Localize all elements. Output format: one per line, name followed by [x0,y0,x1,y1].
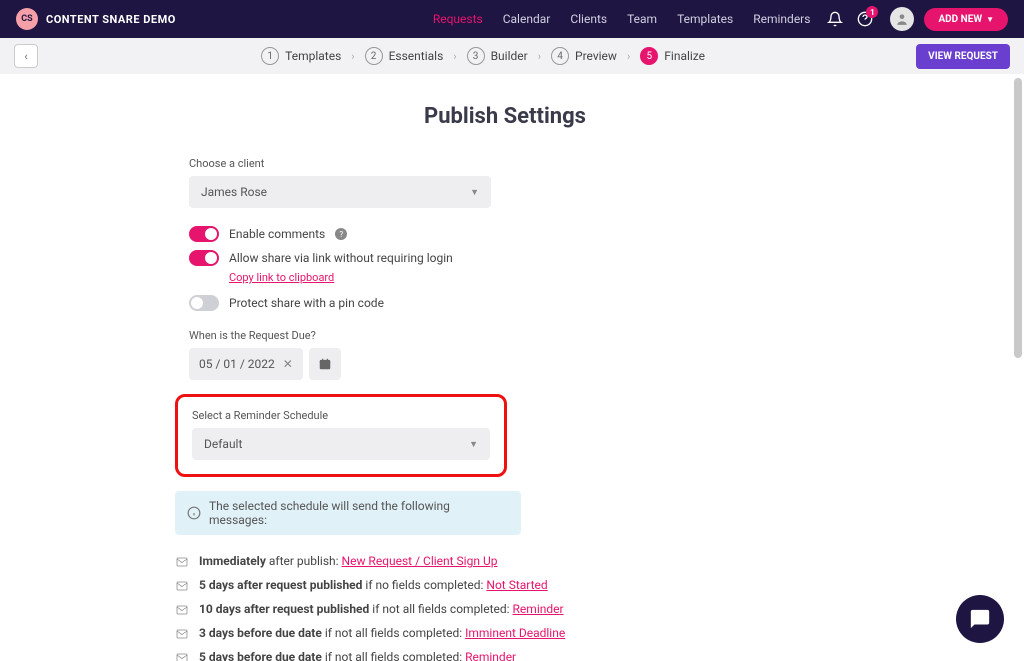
view-request-button[interactable]: VIEW REQUEST [916,44,1010,69]
envelope-icon [175,628,189,640]
step-finalize[interactable]: 5 Finalize [640,47,705,65]
message-template-link[interactable]: New Request / Client Sign Up [342,554,498,568]
step-number: 4 [551,47,569,65]
stepper-bar: ‹ 1 Templates › 2 Essentials › 3 Builder › 4 Previ… [0,38,1024,74]
reminder-schedule-select[interactable]: Default ▼ [192,428,490,460]
step-preview[interactable]: 4 Preview [551,47,617,65]
step-number: 2 [365,47,383,65]
reminder-message-row: 10 days after request published if not a… [175,597,835,621]
nav-link-clients[interactable]: Clients [560,12,617,26]
message-timing: 5 days before due date [199,650,322,661]
reminder-message-row: 5 days after request published if no fie… [175,573,835,597]
envelope-icon [175,580,189,592]
step-builder[interactable]: 3 Builder [467,47,528,65]
message-condition: if no fields completed: [362,578,486,592]
help-tooltip-icon[interactable]: ? [335,228,347,240]
pin-protect-label: Protect share with a pin code [229,296,384,310]
step-label: Preview [575,49,617,63]
reminder-schedule-highlight: Select a Reminder Schedule Default ▼ [175,394,507,477]
notifications-icon[interactable] [826,10,844,28]
enable-comments-toggle[interactable] [189,226,219,242]
allow-share-toggle[interactable] [189,250,219,266]
chat-launcher[interactable] [956,595,1004,643]
reminder-message-list: Immediately after publish: New Request /… [175,549,835,661]
client-select-value: James Rose [201,185,267,199]
user-avatar[interactable] [890,7,914,31]
reminder-schedule-value: Default [204,437,242,451]
due-date-value: 05 / 01 / 2022 [199,357,275,371]
content-area: Publish Settings Choose a client James R… [0,74,1010,661]
step-label: Templates [285,49,341,63]
message-condition: after publish: [266,554,342,568]
step-templates[interactable]: 1 Templates [261,47,341,65]
nav-link-calendar[interactable]: Calendar [493,12,561,26]
schedule-info-banner: The selected schedule will send the foll… [175,491,521,535]
back-button[interactable]: ‹ [14,44,38,68]
chevron-down-icon: ▼ [470,187,479,198]
step-label: Essentials [389,49,444,63]
envelope-icon [175,556,189,568]
chevron-down-icon: ▼ [986,15,994,24]
message-timing: 3 days before due date [199,626,322,640]
copy-link-button[interactable]: Copy link to clipboard [229,271,334,284]
pin-protect-toggle[interactable] [189,295,219,311]
message-condition: if not all fields completed: [322,626,465,640]
message-condition: if not all fields completed: [322,650,465,661]
page-title: Publish Settings [175,104,835,129]
enable-comments-label: Enable comments [229,227,325,241]
message-template-link[interactable]: Reminder [465,650,516,661]
due-date-label: When is the Request Due? [189,329,835,342]
chevron-down-icon: ▼ [469,439,478,450]
message-condition: if not all fields completed: [369,602,512,616]
brand-name: CONTENT SNARE DEMO [46,13,176,26]
step-label: Finalize [664,49,705,63]
step-essentials[interactable]: 2 Essentials [365,47,444,65]
message-timing: 10 days after request published [199,602,369,616]
message-timing: 5 days after request published [199,578,362,592]
reminder-message-row: 5 days before due date if not all fields… [175,645,835,661]
chevron-right-icon: › [627,50,630,63]
reminder-schedule-label: Select a Reminder Schedule [192,409,490,422]
client-field-label: Choose a client [189,157,835,170]
nav-link-requests[interactable]: Requests [423,12,493,26]
nav-link-team[interactable]: Team [617,12,667,26]
clear-date-icon[interactable]: ✕ [283,357,293,371]
reminder-message-row: 3 days before due date if not all fields… [175,621,835,645]
message-template-link[interactable]: Imminent Deadline [465,626,565,640]
reminder-message-row: Immediately after publish: New Request /… [175,549,835,573]
help-badge-count: 1 [866,6,878,18]
help-icon[interactable]: 1 [856,10,874,28]
step-label: Builder [491,49,528,63]
top-nav: CS CONTENT SNARE DEMO RequestsCalendarCl… [0,0,1024,38]
due-date-input[interactable]: 05 / 01 / 2022 ✕ [189,348,303,380]
message-template-link[interactable]: Reminder [513,602,564,616]
add-new-button[interactable]: ADD NEW ▼ [924,8,1008,31]
client-select[interactable]: James Rose ▼ [189,176,491,208]
envelope-icon [175,604,189,616]
scrollbar[interactable] [1014,78,1022,358]
envelope-icon [175,652,189,661]
allow-share-label: Allow share via link without requiring l… [229,251,453,265]
add-new-label: ADD NEW [938,14,982,25]
message-template-link[interactable]: Not Started [486,578,547,592]
nav-link-reminders[interactable]: Reminders [743,12,820,26]
schedule-info-text: The selected schedule will send the foll… [209,499,509,527]
nav-link-templates[interactable]: Templates [667,12,743,26]
chevron-right-icon: › [538,50,541,63]
chevron-right-icon: › [351,50,354,63]
step-number: 5 [640,47,658,65]
step-number: 3 [467,47,485,65]
calendar-button[interactable] [309,348,341,380]
logo-badge: CS [16,8,38,30]
message-timing: Immediately [199,554,266,568]
chevron-right-icon: › [453,50,456,63]
step-number: 1 [261,47,279,65]
